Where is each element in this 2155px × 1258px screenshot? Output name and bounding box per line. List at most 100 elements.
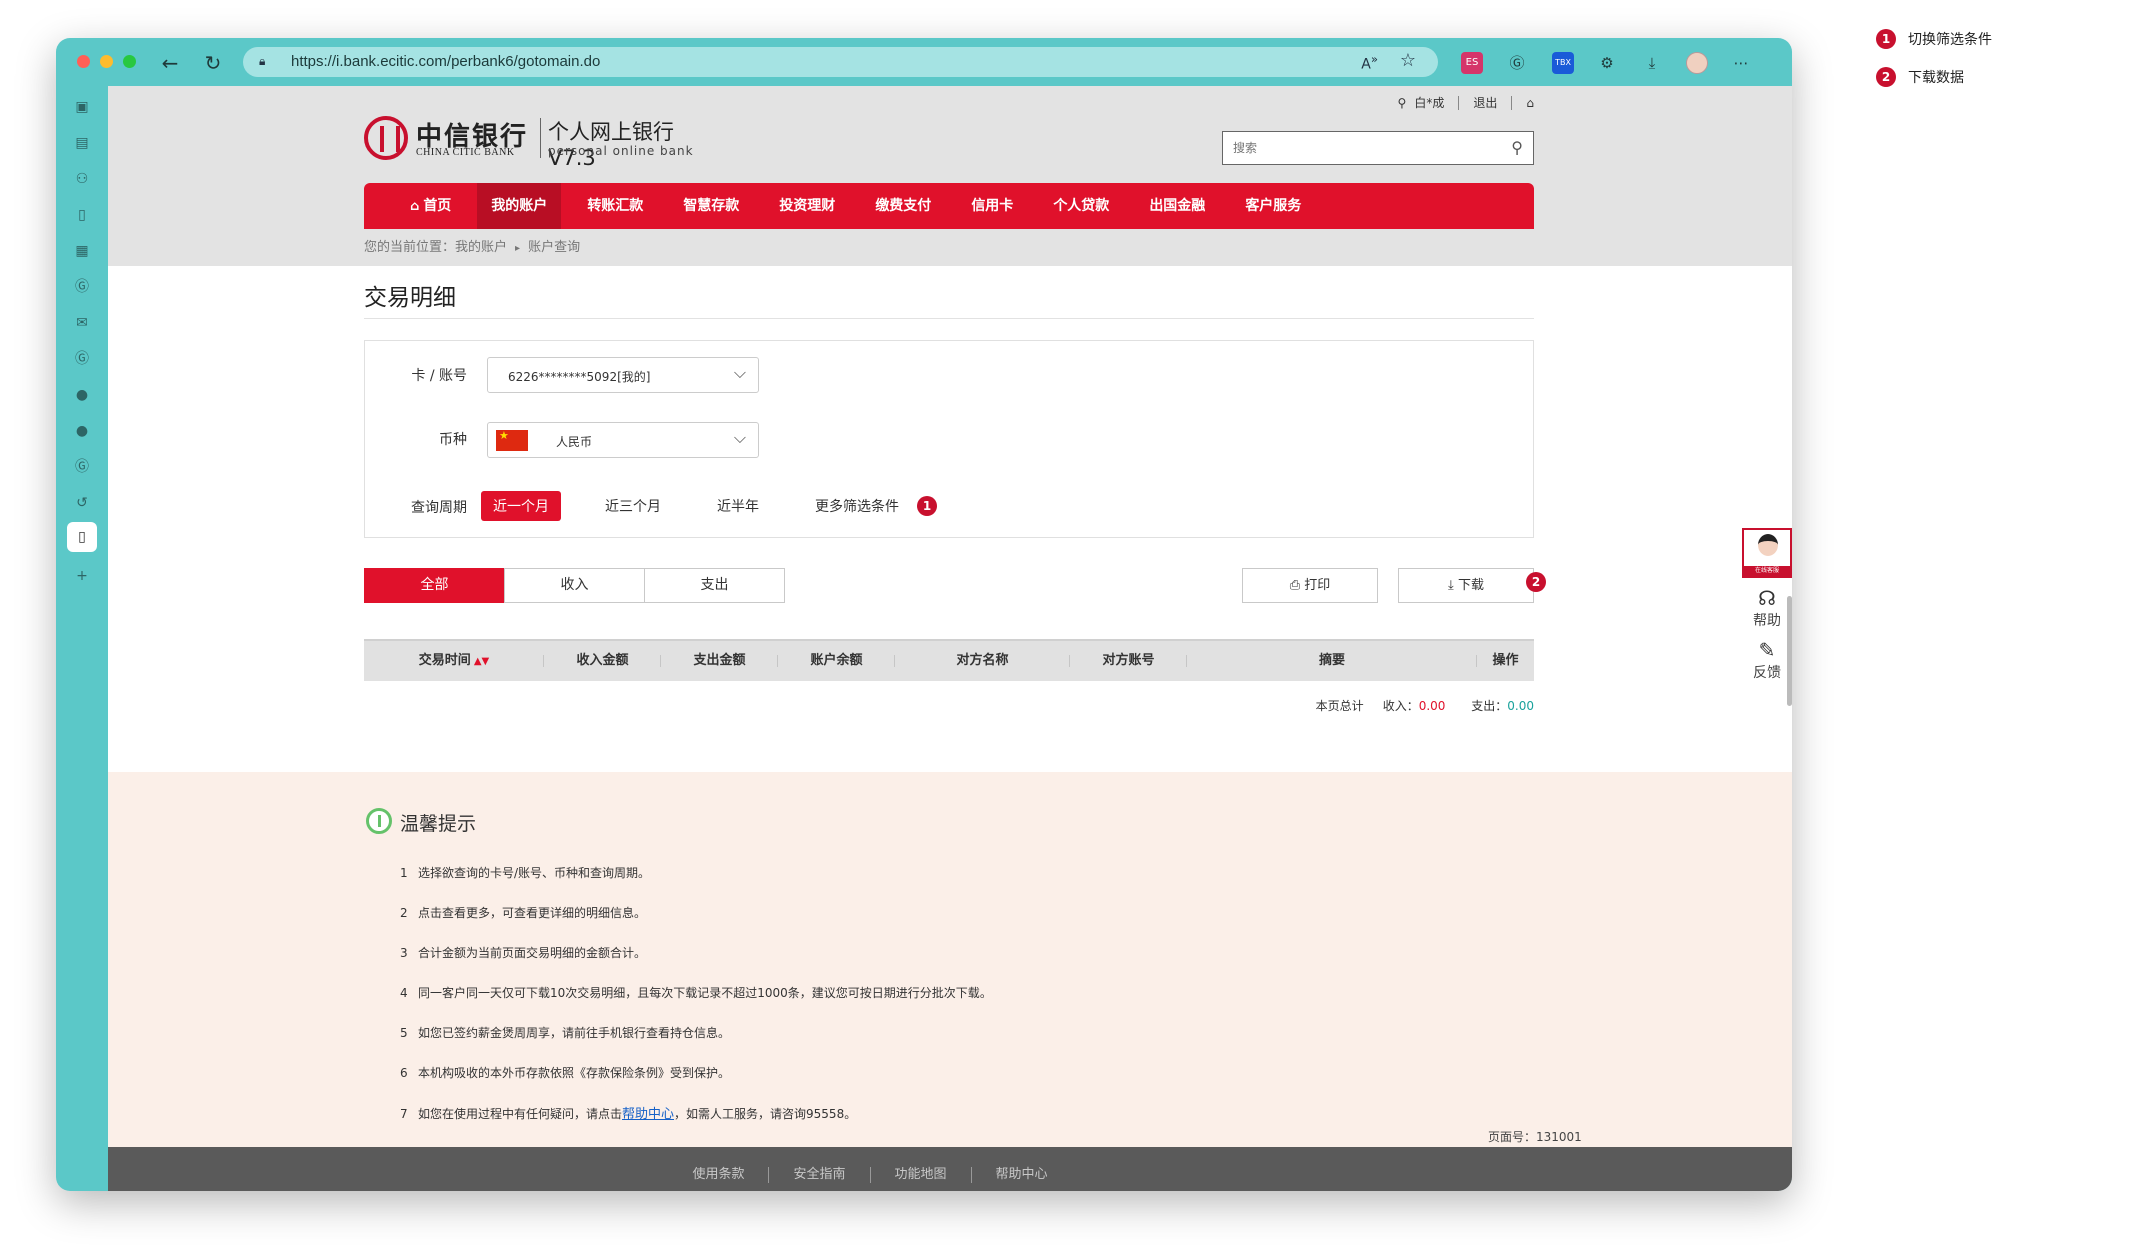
nav-item-payment[interactable]: 缴费支付 bbox=[861, 183, 945, 229]
breadcrumb-level2: 账户查询 bbox=[528, 240, 581, 255]
nav-item-overseas[interactable]: 出国金融 bbox=[1135, 183, 1219, 229]
card-select[interactable]: 6226********5092[我的] ⌵ bbox=[487, 357, 759, 393]
page-scrollbar[interactable] bbox=[1787, 596, 1792, 706]
back-icon[interactable]: ← bbox=[159, 52, 181, 74]
extension-tbx-icon[interactable]: TBX bbox=[1552, 52, 1574, 74]
read-aloud-icon[interactable]: A» bbox=[1361, 52, 1378, 73]
tab-mail-icon[interactable]: ✉ bbox=[72, 313, 92, 333]
minimize-window-button[interactable] bbox=[100, 55, 113, 68]
footer-link-security[interactable]: 安全指南 bbox=[769, 1167, 871, 1183]
page-title: 交易明细 bbox=[364, 285, 456, 311]
tab-github-icon[interactable]: ● bbox=[72, 385, 92, 405]
tip-item: 1 选择欲查询的卡号/账号、币种和查询周期。 bbox=[400, 866, 651, 880]
period-options: 近一个月 近三个月 近半年 更多筛选条件 1 bbox=[481, 491, 937, 521]
citic-logo-icon bbox=[364, 116, 408, 160]
tips-section bbox=[108, 772, 1792, 1147]
extension-pink-icon[interactable]: ES bbox=[1461, 52, 1483, 74]
period-half-year[interactable]: 近半年 bbox=[705, 491, 771, 521]
currency-select[interactable]: 人民币 ⌵ bbox=[487, 422, 759, 458]
pencil-icon: ✎ bbox=[1758, 638, 1776, 662]
favorite-star-icon[interactable]: ☆ bbox=[1400, 50, 1416, 71]
currency-label: 币种 bbox=[439, 432, 467, 448]
product-name-en: personal online bank bbox=[548, 144, 694, 158]
period-label: 查询周期 bbox=[411, 500, 467, 516]
more-filters-link[interactable]: 更多筛选条件 bbox=[803, 491, 911, 521]
headset-icon: ☊ bbox=[1758, 586, 1776, 610]
reload-icon[interactable]: ↻ bbox=[202, 52, 224, 74]
help-center-link[interactable]: 帮助中心 bbox=[622, 1107, 674, 1122]
tab-active-document-icon[interactable]: ▯ bbox=[67, 522, 97, 552]
profile-avatar[interactable] bbox=[1686, 52, 1708, 74]
search-box: ⚲ bbox=[1222, 131, 1534, 165]
tab-github-icon[interactable]: ● bbox=[72, 421, 92, 441]
home-icon[interactable]: ⌂ bbox=[1526, 96, 1534, 110]
print-button[interactable]: ⎙ 打印 bbox=[1242, 568, 1378, 603]
col-income: 收入金额 bbox=[544, 641, 661, 681]
tab-g-icon[interactable]: Ⓖ bbox=[72, 277, 92, 297]
help-button[interactable]: ☊ 帮助 bbox=[1742, 586, 1792, 630]
tab-favicon-2-icon[interactable]: ⚇ bbox=[72, 169, 92, 189]
username[interactable]: 白*成 bbox=[1414, 94, 1444, 111]
logo-divider bbox=[540, 118, 541, 158]
nav-item-credit-card[interactable]: 信用卡 bbox=[957, 183, 1027, 229]
downloads-icon[interactable]: ⤓ bbox=[1641, 52, 1663, 74]
nav-item-my-account[interactable]: 我的账户 bbox=[477, 183, 562, 229]
col-balance: 账户余额 bbox=[778, 641, 895, 681]
income-total-label: 收入： bbox=[1382, 699, 1419, 713]
nav-item-customer-service[interactable]: 客户服务 bbox=[1231, 183, 1315, 229]
footer-link-sitemap[interactable]: 功能地图 bbox=[871, 1167, 972, 1183]
address-url[interactable]: https://i.bank.ecitic.com/perbank6/gotom… bbox=[291, 53, 600, 70]
address-bar[interactable]: 🔒︎ https://i.bank.ecitic.com/perbank6/go… bbox=[243, 47, 1438, 77]
period-1-month[interactable]: 近一个月 bbox=[481, 491, 561, 521]
maximize-window-button[interactable] bbox=[123, 55, 136, 68]
tab-expense[interactable]: 支出 bbox=[644, 568, 785, 603]
new-tab-plus-icon[interactable]: + bbox=[72, 566, 92, 586]
logout-link[interactable]: 退出 bbox=[1473, 94, 1497, 111]
more-menu-icon[interactable]: ⋯ bbox=[1730, 52, 1752, 74]
extension-g-icon[interactable]: Ⓖ bbox=[1506, 52, 1528, 74]
tab-favicon-3-icon[interactable]: ▦ bbox=[72, 241, 92, 261]
footer-link-terms[interactable]: 使用条款 bbox=[668, 1167, 770, 1183]
period-3-months[interactable]: 近三个月 bbox=[593, 491, 673, 521]
bank-logo[interactable]: 中信银行 CHINA CITIC BANK 个人网上银行 V7.3 person… bbox=[364, 116, 724, 170]
nav-item-investment[interactable]: 投资理财 bbox=[765, 183, 849, 229]
search-icon[interactable]: ⚲ bbox=[1511, 138, 1523, 157]
tab-refresh-icon[interactable]: ↺ bbox=[72, 493, 92, 513]
nav-item-home[interactable]: ⌂ 首页 bbox=[396, 183, 465, 229]
extensions-puzzle-icon[interactable]: ⚙ bbox=[1596, 52, 1618, 74]
legend-badge-2: 2 bbox=[1876, 67, 1896, 87]
divider bbox=[1458, 95, 1460, 110]
window-controls bbox=[77, 55, 136, 68]
browser-window: ← ↻ 🔒︎ https://i.bank.ecitic.com/perbank… bbox=[56, 38, 1792, 1191]
floating-service-bar: 在线客服 ☊ 帮助 ✎ 反馈 bbox=[1742, 528, 1792, 682]
card-label: 卡 / 账号 bbox=[411, 368, 467, 384]
tab-favicon-1-icon[interactable]: ▤ bbox=[72, 133, 92, 153]
tab-all[interactable]: 全部 bbox=[364, 568, 505, 603]
footer-link-help[interactable]: 帮助中心 bbox=[972, 1167, 1072, 1183]
search-input[interactable] bbox=[1233, 133, 1493, 163]
col-action: 操作 bbox=[1492, 653, 1519, 668]
tab-g-icon[interactable]: Ⓖ bbox=[72, 457, 92, 477]
sort-icon[interactable]: ▲▼ bbox=[474, 656, 489, 667]
tips-title: 温馨提示 bbox=[400, 813, 477, 835]
download-button[interactable]: ⤓ 下载 bbox=[1398, 568, 1534, 603]
close-window-button[interactable] bbox=[77, 55, 90, 68]
agent-avatar bbox=[1758, 534, 1778, 556]
breadcrumb-prefix: 您的当前位置： bbox=[364, 240, 456, 255]
card-select-value: 6226********5092[我的] bbox=[508, 370, 651, 384]
feedback-button[interactable]: ✎ 反馈 bbox=[1742, 638, 1792, 682]
col-time[interactable]: 交易时间 ▲▼ bbox=[364, 641, 544, 681]
tab-income[interactable]: 收入 bbox=[504, 568, 645, 603]
nav-item-smart-deposit[interactable]: 智慧存款 bbox=[669, 183, 753, 229]
nav-item-transfer[interactable]: 转账汇款 bbox=[573, 183, 657, 229]
sidebar-toggle-icon[interactable]: ▣ bbox=[72, 97, 92, 117]
annotation-legend: 1 切换筛选条件 2 下载数据 bbox=[1876, 20, 1992, 96]
legend-item: 2 下载数据 bbox=[1876, 58, 1992, 96]
breadcrumb-level1[interactable]: 我的账户 bbox=[455, 240, 507, 255]
online-service-button[interactable]: 在线客服 bbox=[1742, 528, 1792, 578]
tab-document-icon[interactable]: ▯ bbox=[72, 205, 92, 225]
nav-item-personal-loan[interactable]: 个人贷款 bbox=[1039, 183, 1123, 229]
agent-strip-label: 在线客服 bbox=[1744, 566, 1790, 576]
tip-item: 2 点击查看更多，可查看更详细的明细信息。 bbox=[400, 906, 647, 920]
tab-g-icon[interactable]: Ⓖ bbox=[72, 349, 92, 369]
